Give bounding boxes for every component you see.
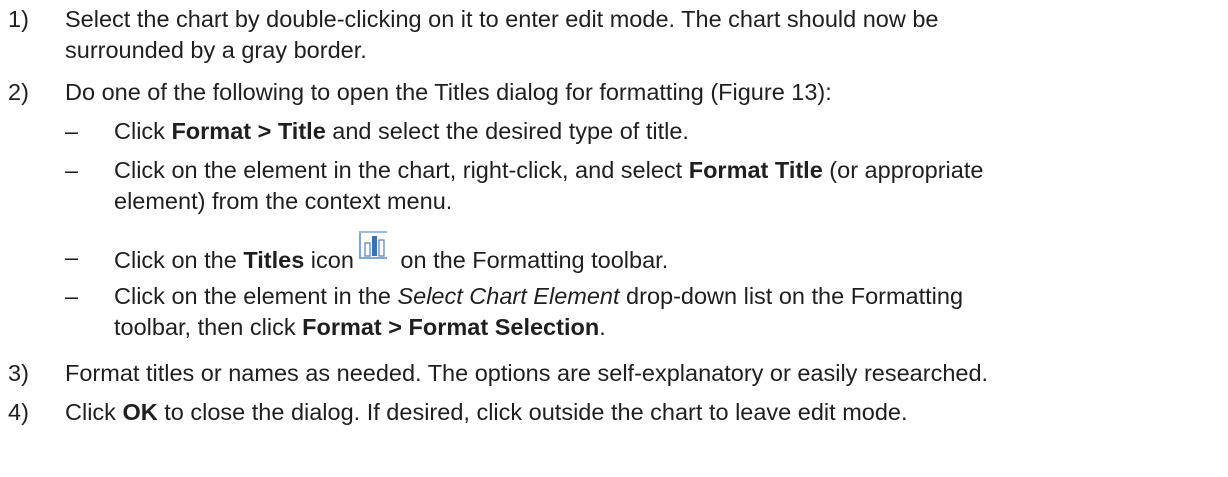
substep-text: Click on the Titles icon on the Formatti… — [114, 231, 1215, 276]
list-dash: – — [65, 283, 79, 309]
step-4: 4) Click OK to close the dialog. If desi… — [8, 397, 1223, 428]
substep-titles-icon: – Click on the Titles icon on the Format… — [65, 231, 1215, 276]
list-dash: – — [65, 118, 79, 144]
list-dash: – — [65, 244, 79, 270]
step-text: Format titles or names as needed. The op… — [65, 360, 989, 386]
substep-context-menu: – Click on the element in the chart, rig… — [65, 155, 1215, 217]
step-number: 2) — [8, 79, 29, 105]
step-text: Click OK to close the dialog. If desired… — [65, 399, 908, 425]
instruction-document: 1) Select the chart by double-clicking o… — [0, 0, 1228, 477]
step-1: 1) Select the chart by double-clicking o… — [8, 4, 1223, 66]
step-text: Select the chart by double-clicking on i… — [65, 6, 939, 63]
list-dash: – — [65, 157, 79, 183]
substep-select-chart-element: – Click on the element in the Select Cha… — [65, 281, 1215, 343]
step-number: 3) — [8, 360, 29, 386]
titles-icon — [358, 231, 388, 270]
substep-format-title-menu: – Click Format > Title and select the de… — [65, 116, 1215, 147]
step-number: 1) — [8, 6, 29, 32]
substep-text: Click Format > Title and select the desi… — [114, 118, 689, 144]
step-2: 2) Do one of the following to open the T… — [8, 77, 1223, 108]
step-text: Do one of the following to open the Titl… — [65, 79, 832, 105]
substep-text: Click on the element in the Select Chart… — [114, 283, 964, 340]
step-number: 4) — [8, 399, 29, 425]
substep-text: Click on the element in the chart, right… — [114, 157, 984, 214]
step-3: 3) Format titles or names as needed. The… — [8, 358, 1223, 389]
